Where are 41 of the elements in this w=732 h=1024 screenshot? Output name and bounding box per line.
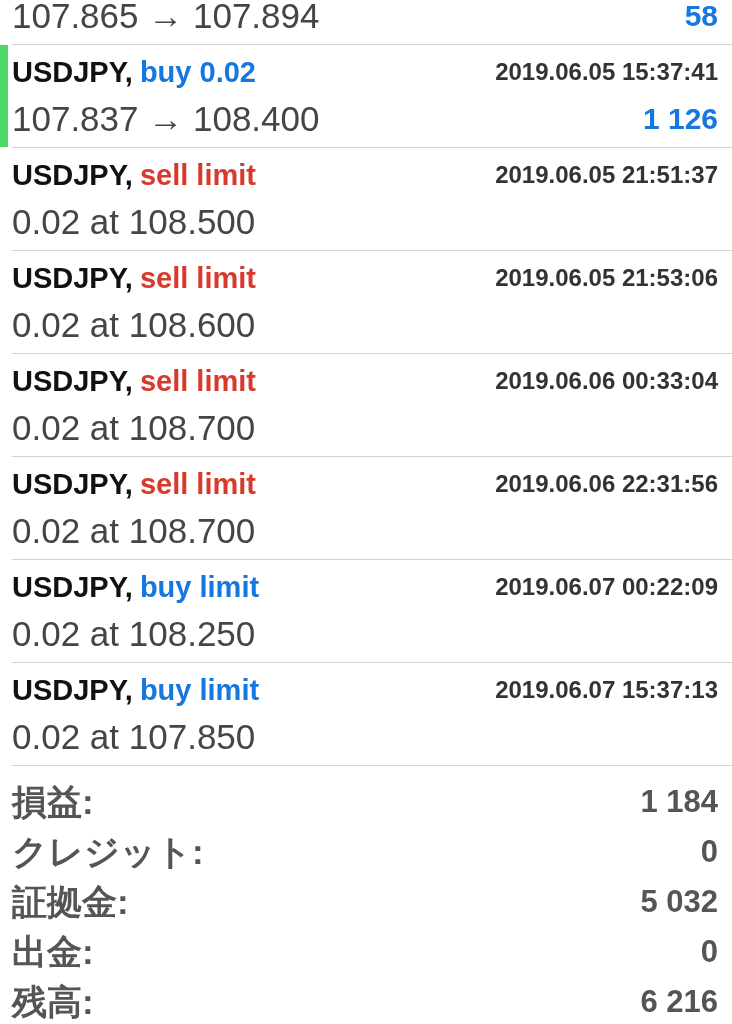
order-time: 2019.06.06 22:31:56	[495, 469, 718, 499]
order-type-label: sell limit	[139, 467, 256, 501]
order-time: 2019.06.05 21:53:06	[495, 263, 718, 293]
order-time: 2019.06.05 15:37:41	[495, 57, 718, 87]
profit-value: 1 126	[642, 102, 718, 136]
order-type-label: sell limit	[139, 158, 256, 192]
symbol-label: USDJPY,	[12, 261, 133, 295]
order-time: 2019.06.07 15:37:13	[495, 675, 718, 705]
symbol-label: USDJPY,	[12, 55, 133, 89]
summary-value: 5 032	[640, 884, 718, 920]
order-details: 0.02 at 108.700	[12, 409, 256, 447]
order-details: 107.837 → 108.400	[12, 100, 320, 138]
order-type-label: sell limit	[139, 364, 256, 398]
summary-value: 0	[700, 834, 718, 870]
summary-label: 出金:	[12, 932, 94, 972]
order-type-label: buy limit	[139, 673, 260, 707]
order-details: 0.02 at 108.600	[12, 306, 256, 344]
symbol-label: USDJPY,	[12, 158, 133, 192]
order-type-label: buy 0.02	[139, 55, 256, 89]
summary-label: クレジット:	[12, 832, 204, 872]
order-details: 0.02 at 108.500	[12, 203, 256, 241]
summary-label: 証拠金:	[12, 882, 129, 922]
order-type-label: buy limit	[139, 570, 260, 604]
summary-value: 0	[700, 934, 718, 970]
order-time: 2019.06.06 00:33:04	[495, 366, 718, 396]
summary-label: 損益:	[12, 782, 94, 822]
profit-value: 58	[684, 0, 718, 33]
order-details: 0.02 at 108.250	[12, 615, 256, 653]
summary-value: 6 216	[640, 984, 718, 1020]
summary-label: 残高:	[12, 982, 94, 1022]
order-type-label: sell limit	[139, 261, 256, 295]
order-time: 2019.06.05 21:51:37	[495, 160, 718, 190]
summary-value: 1 184	[640, 784, 718, 820]
symbol-label: USDJPY,	[12, 673, 133, 707]
symbol-label: USDJPY,	[12, 364, 133, 398]
order-time: 2019.06.07 00:22:09	[495, 572, 718, 602]
symbol-label: USDJPY,	[12, 467, 133, 501]
symbol-label: USDJPY,	[12, 570, 133, 604]
order-details: 0.02 at 108.700	[12, 512, 256, 550]
order-details: 0.02 at 107.850	[12, 718, 256, 756]
order-details: 107.865 → 107.894	[12, 0, 320, 35]
